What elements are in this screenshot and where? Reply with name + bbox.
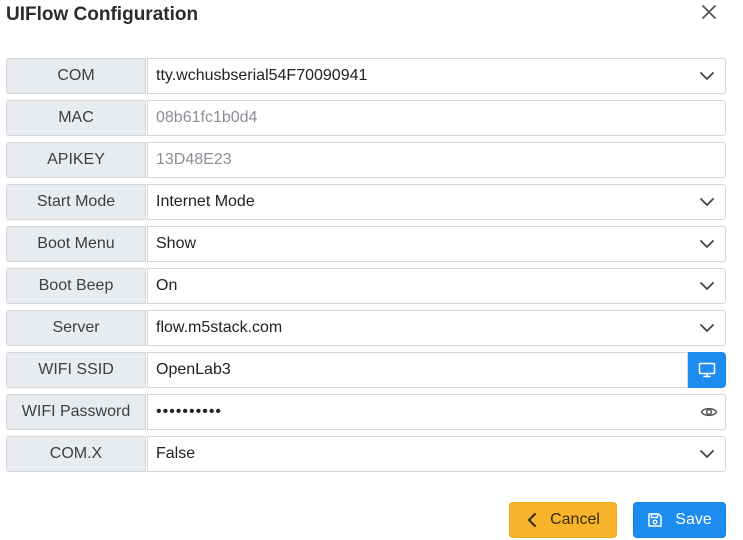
server-value: flow.m5stack.com bbox=[156, 319, 283, 336]
chevron-down-icon bbox=[700, 240, 714, 248]
boot-beep-select[interactable]: On bbox=[147, 268, 726, 304]
start-mode-value: Internet Mode bbox=[156, 193, 255, 210]
wifi-password-label: WIFI Password bbox=[6, 394, 146, 430]
chevron-down-icon bbox=[700, 450, 714, 458]
apikey-label: APIKEY bbox=[6, 142, 146, 178]
wifi-scan-button[interactable] bbox=[688, 352, 726, 388]
comx-label: COM.X bbox=[6, 436, 146, 472]
comx-row: COM.X False bbox=[6, 436, 726, 472]
dialog-title: UIFlow Configuration bbox=[6, 4, 199, 25]
wifi-ssid-value: OpenLab3 bbox=[156, 361, 231, 378]
start-mode-row: Start Mode Internet Mode bbox=[6, 184, 726, 220]
config-form: COM tty.wchusbserial54F70090941 MAC 08b6… bbox=[6, 58, 726, 478]
boot-menu-value: Show bbox=[156, 235, 197, 252]
chevron-left-icon bbox=[526, 512, 538, 528]
save-label: Save bbox=[675, 511, 712, 528]
mac-label: MAC bbox=[6, 100, 146, 136]
apikey-row: APIKEY 13D48E23 bbox=[6, 142, 726, 178]
server-select[interactable]: flow.m5stack.com bbox=[147, 310, 726, 346]
wifi-password-input[interactable]: •••••••••• bbox=[147, 394, 726, 430]
chevron-down-icon bbox=[700, 282, 714, 290]
chevron-down-icon bbox=[700, 198, 714, 206]
com-select[interactable]: tty.wchusbserial54F70090941 bbox=[147, 58, 726, 94]
wifi-ssid-label: WIFI SSID bbox=[6, 352, 146, 388]
mac-field: 08b61fc1b0d4 bbox=[147, 100, 726, 136]
comx-select[interactable]: False bbox=[147, 436, 726, 472]
chevron-down-icon bbox=[700, 72, 714, 80]
boot-menu-select[interactable]: Show bbox=[147, 226, 726, 262]
com-value: tty.wchusbserial54F70090941 bbox=[156, 67, 368, 84]
eye-icon[interactable] bbox=[700, 404, 718, 420]
cancel-button[interactable]: Cancel bbox=[509, 502, 617, 538]
floppy-disk-icon bbox=[647, 512, 663, 528]
start-mode-select[interactable]: Internet Mode bbox=[147, 184, 726, 220]
mac-value: 08b61fc1b0d4 bbox=[156, 109, 258, 126]
com-row: COM tty.wchusbserial54F70090941 bbox=[6, 58, 726, 94]
com-label: COM bbox=[6, 58, 146, 94]
wifi-ssid-input[interactable]: OpenLab3 bbox=[147, 352, 688, 388]
apikey-value: 13D48E23 bbox=[156, 151, 232, 168]
save-button[interactable]: Save bbox=[633, 502, 726, 538]
start-mode-label: Start Mode bbox=[6, 184, 146, 220]
server-label: Server bbox=[6, 310, 146, 346]
boot-beep-value: On bbox=[156, 277, 178, 294]
mac-row: MAC 08b61fc1b0d4 bbox=[6, 100, 726, 136]
boot-menu-label: Boot Menu bbox=[6, 226, 146, 262]
apikey-field: 13D48E23 bbox=[147, 142, 726, 178]
boot-beep-row: Boot Beep On bbox=[6, 268, 726, 304]
chevron-down-icon bbox=[700, 324, 714, 332]
wifi-password-value: •••••••••• bbox=[156, 403, 223, 420]
wifi-ssid-row: WIFI SSID OpenLab3 bbox=[6, 352, 726, 388]
comx-value: False bbox=[156, 445, 196, 462]
cancel-label: Cancel bbox=[550, 511, 600, 528]
wifi-password-row: WIFI Password •••••••••• bbox=[6, 394, 726, 430]
boot-menu-row: Boot Menu Show bbox=[6, 226, 726, 262]
boot-beep-label: Boot Beep bbox=[6, 268, 146, 304]
server-row: Server flow.m5stack.com bbox=[6, 310, 726, 346]
monitor-icon bbox=[698, 362, 716, 378]
close-icon[interactable] bbox=[700, 3, 720, 23]
